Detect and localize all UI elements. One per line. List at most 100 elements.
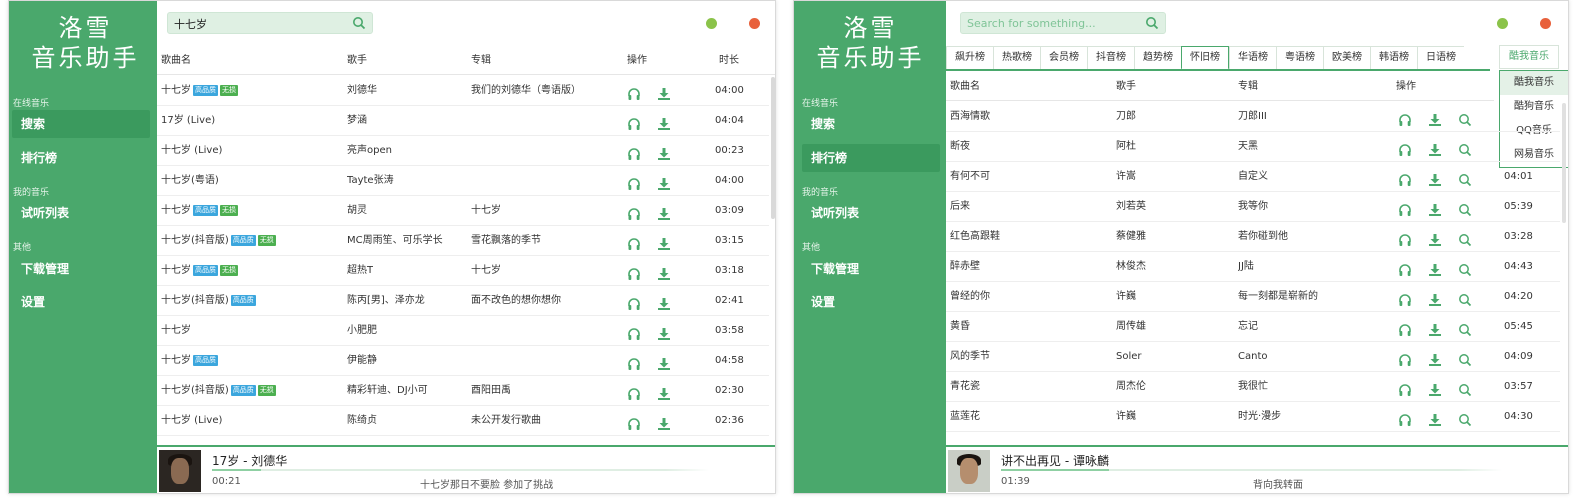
headphones-icon[interactable] bbox=[1398, 320, 1412, 336]
headphones-icon[interactable] bbox=[1398, 230, 1412, 246]
table-row[interactable]: 十七岁 小肥肥 03:58 bbox=[157, 316, 769, 346]
download-icon[interactable] bbox=[657, 114, 671, 130]
headphones-icon[interactable] bbox=[627, 414, 641, 430]
headphones-icon[interactable] bbox=[627, 84, 641, 100]
download-icon[interactable] bbox=[1428, 410, 1442, 426]
headphones-icon[interactable] bbox=[627, 204, 641, 220]
download-icon[interactable] bbox=[1428, 170, 1442, 186]
table-row[interactable]: 十七岁(抖音版) 高品质 无损 精彩轩迪、DJ小可 酉阳田禹 02:30 bbox=[157, 376, 769, 406]
sidebar-item-search[interactable]: 搜索 bbox=[12, 110, 150, 138]
download-icon[interactable] bbox=[1428, 290, 1442, 306]
headphones-icon[interactable] bbox=[1398, 350, 1412, 366]
headphones-icon[interactable] bbox=[627, 174, 641, 190]
search-icon[interactable] bbox=[1458, 170, 1472, 187]
source-option[interactable]: 酷我音乐 bbox=[1500, 71, 1568, 95]
table-row[interactable]: 十七岁 高品质 无损 刘德华 我们的刘德华（粤语版） 04:00 bbox=[157, 76, 769, 106]
chart-tab[interactable]: 粤语榜 bbox=[1276, 46, 1323, 70]
download-icon[interactable] bbox=[1428, 350, 1442, 366]
download-icon[interactable] bbox=[657, 294, 671, 310]
chart-tab[interactable]: 日语榜 bbox=[1417, 46, 1464, 70]
download-icon[interactable] bbox=[657, 234, 671, 250]
headphones-icon[interactable] bbox=[627, 354, 641, 370]
headphones-icon[interactable] bbox=[627, 114, 641, 130]
minimize-button[interactable] bbox=[706, 18, 717, 29]
search-icon[interactable] bbox=[1458, 350, 1472, 367]
chart-tab[interactable]: 热歌榜 bbox=[993, 46, 1040, 70]
headphones-icon[interactable] bbox=[627, 324, 641, 340]
download-icon[interactable] bbox=[657, 414, 671, 430]
table-row[interactable]: 17岁 (Live) 梦涵 04:04 bbox=[157, 106, 769, 136]
download-icon[interactable] bbox=[657, 144, 671, 160]
download-icon[interactable] bbox=[1428, 200, 1442, 216]
download-icon[interactable] bbox=[657, 174, 671, 190]
sidebar-item-charts[interactable]: 排行榜 bbox=[802, 144, 940, 172]
search-icon[interactable] bbox=[1458, 230, 1472, 247]
headphones-icon[interactable] bbox=[627, 384, 641, 400]
table-row[interactable]: 蓝莲花 许巍 时光·漫步 04:30 bbox=[946, 402, 1560, 432]
search-icon[interactable] bbox=[1458, 200, 1472, 217]
download-icon[interactable] bbox=[657, 264, 671, 280]
download-icon[interactable] bbox=[657, 354, 671, 370]
table-row[interactable]: 西海情歌 刀郎 刀郎III bbox=[946, 102, 1560, 132]
table-row[interactable]: 红色高跟鞋 蔡健雅 若你碰到他 03:28 bbox=[946, 222, 1560, 252]
scrollbar[interactable] bbox=[771, 77, 775, 219]
sidebar-item-playlist[interactable]: 试听列表 bbox=[12, 199, 150, 227]
table-row[interactable]: 断夜 阿杜 天黑 bbox=[946, 132, 1560, 162]
table-row[interactable]: 青花瓷 周杰伦 我很忙 03:57 bbox=[946, 372, 1560, 402]
table-row[interactable]: 十七岁 高品质 无损 超热T 十七岁 03:18 bbox=[157, 256, 769, 286]
download-icon[interactable] bbox=[1428, 230, 1442, 246]
source-dropdown-button[interactable]: 酷我音乐 bbox=[1499, 45, 1559, 69]
chart-tab[interactable]: 怀旧榜 bbox=[1181, 46, 1229, 70]
album-cover[interactable] bbox=[159, 450, 201, 492]
table-row[interactable]: 后来 刘若英 我等你 05:39 bbox=[946, 192, 1560, 222]
download-icon[interactable] bbox=[1428, 380, 1442, 396]
close-button[interactable] bbox=[749, 18, 760, 29]
search-icon[interactable] bbox=[352, 16, 366, 30]
headphones-icon[interactable] bbox=[1398, 380, 1412, 396]
table-row[interactable]: 十七岁 高品质 无损 胡灵 十七岁 03:09 bbox=[157, 196, 769, 226]
table-row[interactable]: 十七岁(抖音版) 高品质 陈丙[男]、泽亦龙 面不改色的想你想你 02:41 bbox=[157, 286, 769, 316]
search-input[interactable] bbox=[967, 15, 1137, 32]
table-row[interactable]: 黄昏 周传雄 忘记 05:45 bbox=[946, 312, 1560, 342]
table-row[interactable]: 十七岁 (Live) 亮声open 00:23 bbox=[157, 136, 769, 166]
headphones-icon[interactable] bbox=[1398, 290, 1412, 306]
minimize-button[interactable] bbox=[1497, 18, 1508, 29]
headphones-icon[interactable] bbox=[1398, 260, 1412, 276]
download-icon[interactable] bbox=[1428, 320, 1442, 336]
headphones-icon[interactable] bbox=[627, 234, 641, 250]
headphones-icon[interactable] bbox=[1398, 200, 1412, 216]
table-row[interactable]: 十七岁(抖音版) 高品质 无损 MC周雨笙、可乐学长 雪花飘落的季节 03:15 bbox=[157, 226, 769, 256]
search-icon[interactable] bbox=[1458, 290, 1472, 307]
table-row[interactable]: 十七岁 (Live) 陈绮贞 未公开发行歌曲 02:36 bbox=[157, 406, 769, 436]
download-icon[interactable] bbox=[657, 384, 671, 400]
table-row[interactable]: 风的季节 Soler Canto 04:09 bbox=[946, 342, 1560, 372]
chart-tab[interactable]: 欧美榜 bbox=[1323, 46, 1370, 70]
close-button[interactable] bbox=[1540, 18, 1551, 29]
sidebar-item-settings[interactable]: 设置 bbox=[12, 288, 150, 316]
headphones-icon[interactable] bbox=[1398, 140, 1412, 156]
download-icon[interactable] bbox=[657, 84, 671, 100]
search-input[interactable] bbox=[174, 15, 344, 32]
scrollbar[interactable] bbox=[1562, 103, 1566, 223]
album-cover[interactable] bbox=[948, 450, 990, 492]
headphones-icon[interactable] bbox=[1398, 170, 1412, 186]
table-row[interactable]: 醉赤壁 林俊杰 JJ陆 04:43 bbox=[946, 252, 1560, 282]
chart-tab[interactable]: 趋势榜 bbox=[1134, 46, 1181, 70]
search-icon[interactable] bbox=[1458, 110, 1472, 127]
search-icon[interactable] bbox=[1458, 320, 1472, 337]
sidebar-item-downloads[interactable]: 下载管理 bbox=[12, 255, 150, 283]
sidebar-item-settings[interactable]: 设置 bbox=[802, 288, 940, 316]
download-icon[interactable] bbox=[1428, 260, 1442, 276]
search-icon[interactable] bbox=[1458, 140, 1472, 157]
headphones-icon[interactable] bbox=[1398, 110, 1412, 126]
sidebar-item-playlist[interactable]: 试听列表 bbox=[802, 199, 940, 227]
table-row[interactable]: 曾经的你 许巍 每一刻都是崭新的 04:20 bbox=[946, 282, 1560, 312]
search-icon[interactable] bbox=[1458, 410, 1472, 427]
search-icon[interactable] bbox=[1458, 260, 1472, 277]
table-row[interactable]: 有何不可 许嵩 自定义 04:01 bbox=[946, 162, 1560, 192]
sidebar-item-search[interactable]: 搜索 bbox=[802, 110, 940, 138]
chart-tab[interactable]: 抖音榜 bbox=[1087, 46, 1134, 70]
table-row[interactable]: 十七岁(粤语) Tayte张涛 04:00 bbox=[157, 166, 769, 196]
chart-tab[interactable]: 飙升榜 bbox=[946, 46, 993, 70]
download-icon[interactable] bbox=[1428, 110, 1442, 126]
